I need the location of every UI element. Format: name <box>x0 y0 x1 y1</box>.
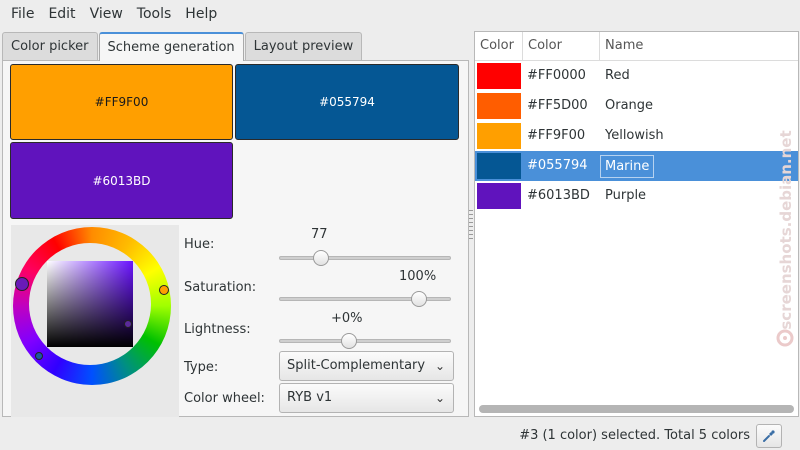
scheme-swatch-1[interactable]: #FF9F00 <box>10 64 233 140</box>
palette-row[interactable]: #055794 Marine <box>475 151 798 181</box>
color-wheel-area[interactable] <box>11 225 179 417</box>
hue-slider-knob[interactable] <box>313 250 330 266</box>
row-name[interactable]: Yellowish <box>605 121 664 151</box>
menubar: File Edit View Tools Help <box>0 0 800 28</box>
color-wheel-value: RYB v1 <box>287 390 333 405</box>
lightness-value: +0% <box>331 311 363 326</box>
row-color-swatch <box>477 93 521 119</box>
row-color-swatch <box>477 183 521 209</box>
chevron-down-icon: ⌄ <box>434 391 445 405</box>
saturation-value-square[interactable] <box>47 261 133 347</box>
row-hex: #055794 <box>527 158 588 173</box>
horizontal-scrollbar[interactable] <box>479 405 794 413</box>
scheme-swatch-3[interactable]: #6013BD <box>10 142 233 219</box>
chevron-down-icon: ⌄ <box>434 359 445 373</box>
pane-divider-handle[interactable] <box>469 210 473 240</box>
row-color-swatch <box>477 123 521 149</box>
palette-list: Color Color Name #FF0000 Red #FF5D00 Orange… <box>474 31 799 417</box>
color-wheel-label: Color wheel: <box>184 391 265 406</box>
hue-marker[interactable] <box>159 285 169 295</box>
hue-value: 77 <box>311 227 328 242</box>
row-hex: #FF9F00 <box>527 128 586 143</box>
hue-marker[interactable] <box>35 352 43 360</box>
eyedropper-icon <box>763 430 775 442</box>
hue-slider[interactable] <box>279 250 451 266</box>
column-header-name[interactable]: Name <box>600 32 798 60</box>
color-wheel-dropdown[interactable]: RYB v1 ⌄ <box>279 383 454 413</box>
swatch-hex-label: #6013BD <box>92 173 151 188</box>
scheme-swatch-2[interactable]: #055794 <box>235 64 459 140</box>
scheme-type-value: Split-Complementary <box>287 358 426 373</box>
row-hex: #FF5D00 <box>527 98 588 113</box>
eyedropper-button[interactable] <box>756 424 782 448</box>
tab-bar: Color picker Scheme generation Layout pr… <box>2 32 363 61</box>
row-name[interactable]: Purple <box>605 181 646 211</box>
watermark-text: screenshots.debian.net <box>777 130 795 329</box>
menu-edit[interactable]: Edit <box>41 0 82 28</box>
menu-file[interactable]: File <box>4 0 41 28</box>
status-bar: #3 (1 color) selected. Total 5 colors <box>0 420 800 450</box>
palette-row[interactable]: #FF5D00 Orange <box>475 91 798 121</box>
row-name[interactable]: Marine <box>600 155 655 178</box>
column-header-color-swatch[interactable]: Color <box>475 32 523 60</box>
lightness-slider-knob[interactable] <box>340 333 357 349</box>
debian-swirl-icon <box>776 329 794 347</box>
row-hex: #6013BD <box>527 188 590 203</box>
menu-help[interactable]: Help <box>178 0 224 28</box>
row-color-swatch <box>477 153 521 179</box>
saturation-label: Saturation: <box>184 280 257 295</box>
type-label: Type: <box>184 360 219 375</box>
row-name[interactable]: Orange <box>605 91 653 121</box>
sv-marker[interactable] <box>124 320 132 328</box>
hue-label: Hue: <box>184 237 215 252</box>
menu-view[interactable]: View <box>83 0 130 28</box>
tab-layout-preview[interactable]: Layout preview <box>244 32 363 60</box>
lightness-label: Lightness: <box>184 322 251 337</box>
row-color-swatch <box>477 63 521 89</box>
tab-color-picker[interactable]: Color picker <box>2 32 98 60</box>
watermark: screenshots.debian.net <box>776 130 795 347</box>
saturation-slider-knob[interactable] <box>411 291 428 307</box>
scheme-panel: #FF9F00 #055794 #6013BD Hue: 77 Saturati… <box>2 60 469 417</box>
status-text: #3 (1 color) selected. Total 5 colors <box>519 428 750 443</box>
swatch-hex-label: #055794 <box>319 95 375 109</box>
palette-row[interactable]: #FF0000 Red <box>475 61 798 91</box>
saturation-value: 100% <box>399 269 437 284</box>
swatch-hex-label: #FF9F00 <box>94 95 149 109</box>
row-hex: #FF0000 <box>527 68 586 83</box>
lightness-slider[interactable] <box>279 333 451 349</box>
palette-row[interactable]: #6013BD Purple <box>475 181 798 211</box>
saturation-slider[interactable] <box>279 291 451 307</box>
scheme-type-dropdown[interactable]: Split-Complementary ⌄ <box>279 351 454 381</box>
palette-row[interactable]: #FF9F00 Yellowish <box>475 121 798 151</box>
row-name[interactable]: Red <box>605 61 630 91</box>
column-header-color-hex[interactable]: Color <box>523 32 600 60</box>
tab-scheme-generation[interactable]: Scheme generation <box>98 32 244 61</box>
hue-marker[interactable] <box>15 277 29 291</box>
menu-tools[interactable]: Tools <box>130 0 179 28</box>
